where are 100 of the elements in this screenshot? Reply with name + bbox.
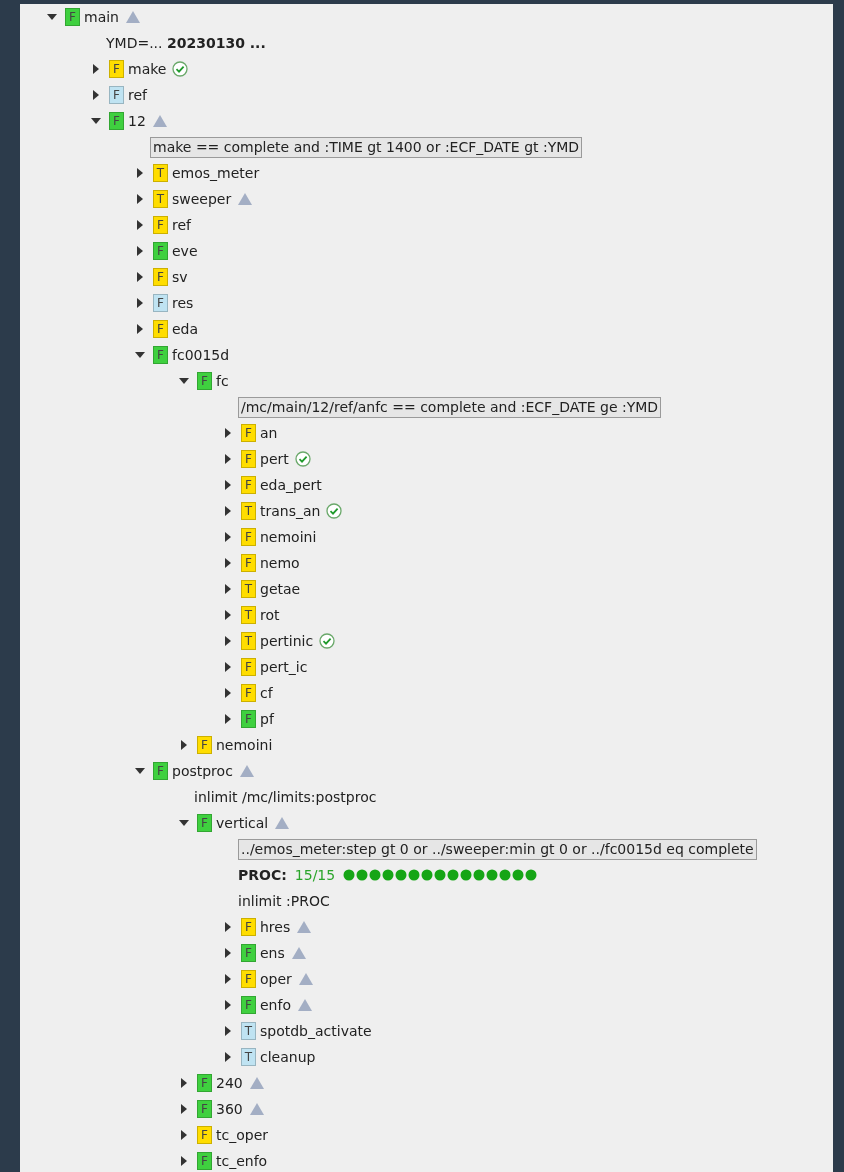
node-type-badge: F: [153, 320, 168, 338]
node-label[interactable]: trans_an: [260, 500, 321, 522]
node-type-badge: F: [241, 476, 256, 494]
node-type-badge: T: [241, 1022, 256, 1040]
caret-down-icon: [91, 116, 101, 126]
caret-right-icon: [179, 740, 189, 750]
caret-right-icon: [179, 1104, 189, 1114]
node-type-badge: T: [241, 580, 256, 598]
caret-right-icon: [223, 584, 233, 594]
node-label[interactable]: ens: [260, 942, 285, 964]
node-label[interactable]: eda_pert: [260, 474, 322, 496]
node-label[interactable]: rot: [260, 604, 280, 626]
node-type-badge: F: [241, 918, 256, 936]
node-label[interactable]: nemo: [260, 552, 300, 574]
node-type-badge: F: [197, 736, 212, 754]
node-label[interactable]: vertical: [216, 812, 269, 834]
attribute-text: inlimit /mc/limits:postproc: [194, 787, 377, 807]
caret-down-icon: [179, 818, 189, 828]
node-type-badge: F: [109, 112, 124, 130]
trigger-expression: ../emos_meter:step gt 0 or ../sweeper:min gt 0 or ../fc0015d eq complete: [238, 838, 757, 860]
caret-right-icon: [223, 688, 233, 698]
node-label[interactable]: nemoini: [216, 734, 273, 756]
node-type-badge: F: [241, 658, 256, 676]
caret-down-icon: [179, 376, 189, 386]
trigger-expression: /mc/main/12/ref/anfc == complete and :ECF_DATE ge :YMD: [238, 396, 662, 418]
caret-right-icon: [91, 64, 101, 74]
trigger-expression: make == complete and :TIME gt 1400 or :ECF_DATE gt :YMD: [150, 136, 583, 158]
node-type-badge: F: [153, 268, 168, 286]
caret-right-icon: [135, 194, 145, 204]
node-type-badge: F: [153, 346, 168, 364]
node-label[interactable]: pf: [260, 708, 274, 730]
node-label[interactable]: cleanup: [260, 1046, 316, 1068]
node-label[interactable]: res: [172, 292, 194, 314]
limit-reading: 15/15: [294, 865, 336, 885]
node-label[interactable]: fc: [216, 370, 229, 392]
node-label[interactable]: pertinic: [260, 630, 314, 652]
node-type-badge: F: [241, 554, 256, 572]
caret-right-icon: [223, 636, 233, 646]
caret-right-icon: [223, 1000, 233, 1010]
caret-right-icon: [179, 1078, 189, 1088]
node-type-badge: T: [241, 632, 256, 650]
node-type-badge: F: [197, 1126, 212, 1144]
node-label[interactable]: make: [128, 58, 167, 80]
node-label[interactable]: main: [84, 6, 119, 28]
node-label[interactable]: sweeper: [172, 188, 232, 210]
node-label[interactable]: fc0015d: [172, 344, 230, 366]
caret-down-icon: [47, 12, 57, 22]
limit-label: PROC:: [238, 865, 287, 885]
node-label[interactable]: 360: [216, 1098, 243, 1120]
node-label[interactable]: hres: [260, 916, 291, 938]
node-label[interactable]: spotdb_activate: [260, 1020, 372, 1042]
caret-right-icon: [223, 922, 233, 932]
node-label[interactable]: ref: [172, 214, 191, 236]
caret-right-icon: [223, 480, 233, 490]
node-type-badge: F: [197, 1074, 212, 1092]
node-label[interactable]: eda: [172, 318, 199, 340]
caret-right-icon: [135, 220, 145, 230]
caret-down-icon: [135, 766, 145, 776]
caret-right-icon: [179, 1130, 189, 1140]
node-label[interactable]: tc_enfo: [216, 1150, 268, 1172]
caret-right-icon: [223, 532, 233, 542]
node-label[interactable]: 12: [128, 110, 146, 132]
caret-right-icon: [223, 1026, 233, 1036]
caret-right-icon: [223, 948, 233, 958]
node-type-badge: F: [241, 424, 256, 442]
node-label[interactable]: postproc: [172, 760, 233, 782]
node-label[interactable]: 240: [216, 1072, 243, 1094]
node-label[interactable]: eve: [172, 240, 198, 262]
node-label[interactable]: cf: [260, 682, 273, 704]
caret-down-icon: [135, 350, 145, 360]
node-type-badge: T: [153, 190, 168, 208]
caret-right-icon: [223, 1052, 233, 1062]
node-label[interactable]: an: [260, 422, 278, 444]
node-type-badge: F: [153, 762, 168, 780]
node-label[interactable]: emos_meter: [172, 162, 260, 184]
caret-right-icon: [223, 610, 233, 620]
node-label[interactable]: pert_ic: [260, 656, 308, 678]
node-label[interactable]: enfo: [260, 994, 291, 1016]
caret-right-icon: [223, 974, 233, 984]
caret-right-icon: [223, 662, 233, 672]
node-label[interactable]: tc_oper: [216, 1124, 268, 1146]
node-label[interactable]: pert: [260, 448, 289, 470]
node-type-badge: F: [241, 710, 256, 728]
caret-right-icon: [135, 168, 145, 178]
node-label[interactable]: sv: [172, 266, 188, 288]
node-type-badge: F: [109, 86, 124, 104]
node-type-badge: F: [153, 294, 168, 312]
node-type-badge: F: [109, 60, 124, 78]
attribute-text: inlimit :PROC: [238, 891, 330, 911]
node-label[interactable]: ref: [128, 84, 147, 106]
caret-right-icon: [223, 454, 233, 464]
node-label[interactable]: nemoini: [260, 526, 317, 548]
node-type-badge: F: [241, 996, 256, 1014]
caret-right-icon: [91, 90, 101, 100]
node-label[interactable]: oper: [260, 968, 292, 990]
node-label[interactable]: getae: [260, 578, 301, 600]
node-type-badge: F: [197, 814, 212, 832]
node-type-badge: F: [241, 970, 256, 988]
attribute-text: YMD=... 20230130 ...: [106, 33, 266, 53]
caret-right-icon: [223, 428, 233, 438]
